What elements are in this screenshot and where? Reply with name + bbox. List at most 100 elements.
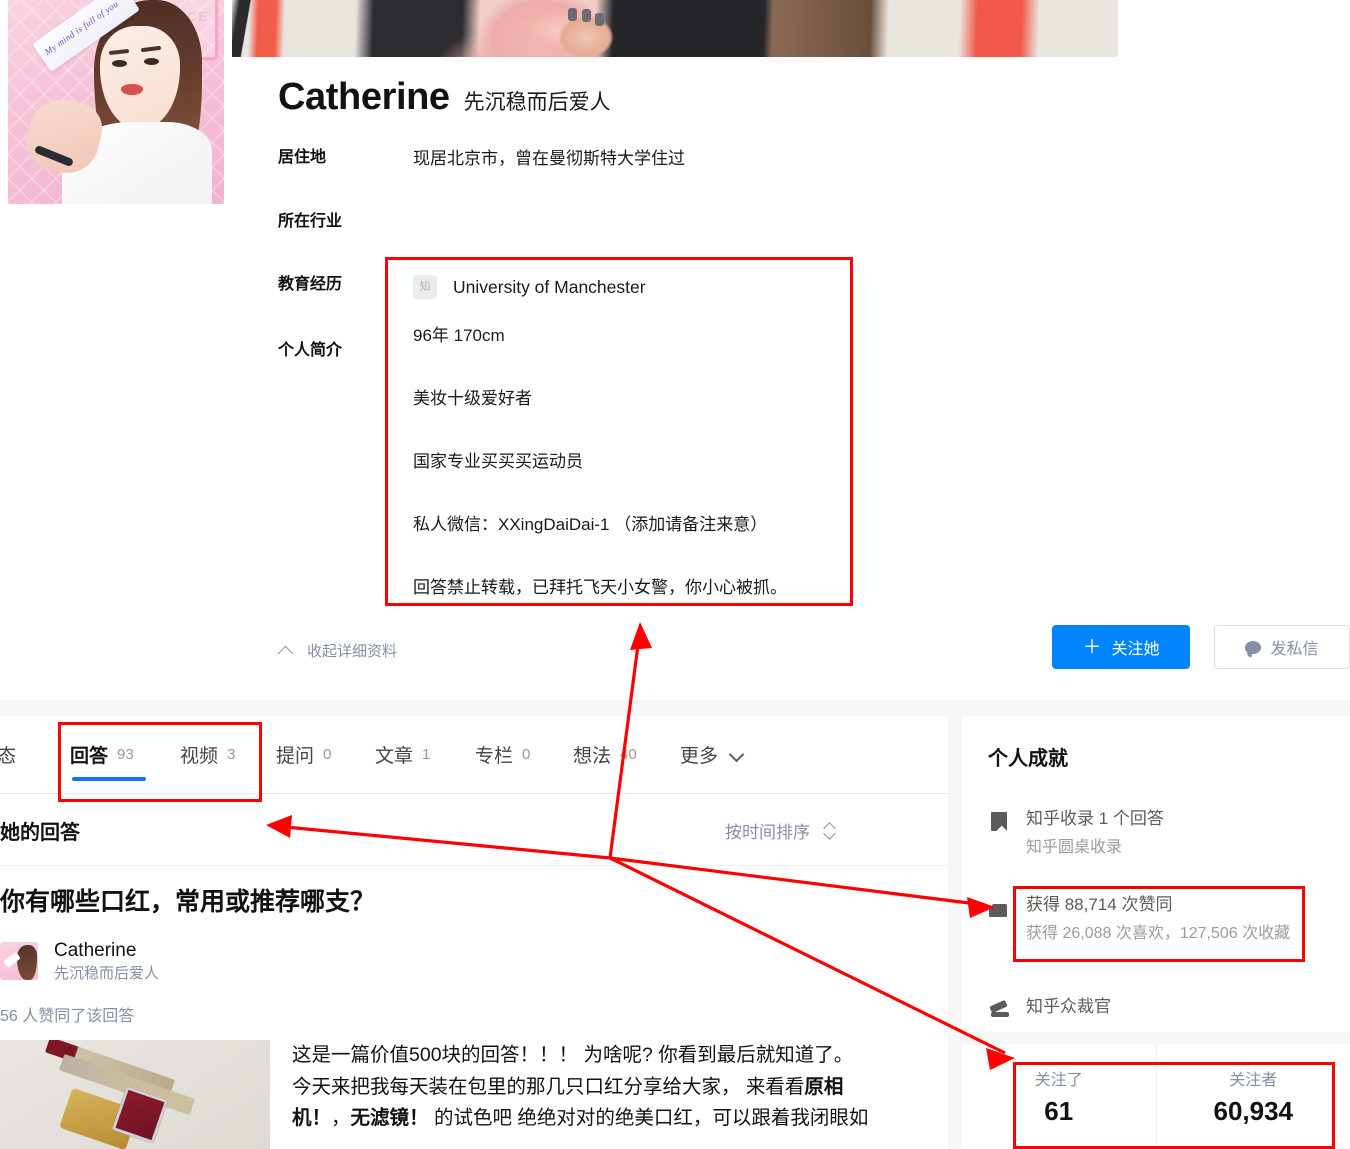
- tab-columns-count: 0: [522, 746, 531, 763]
- sort-control[interactable]: 按时间排序: [725, 818, 836, 843]
- collapse-details-button[interactable]: 收起详细资料: [280, 640, 397, 661]
- tab-columns-label: 专栏: [475, 746, 514, 767]
- thumbs-up-icon: [988, 897, 1010, 919]
- tab-answers-count: 93: [117, 746, 134, 763]
- answer-text-bold2: 机！: [292, 1107, 332, 1130]
- tab-videos-count: 3: [227, 746, 236, 763]
- tab-answers[interactable]: 回答 93: [70, 716, 146, 793]
- follow-button[interactable]: ＋ 关注她: [1052, 625, 1190, 669]
- tab-articles-label: 文章: [375, 746, 414, 767]
- name-row: Catherine 先沉稳而后爱人: [278, 78, 611, 116]
- answer-text-line1: 这是一篇价值500块的回答！！！ 为啥呢? 你看到最后就知道了。: [292, 1044, 854, 1066]
- profile-headline: 先沉稳而后爱人: [463, 91, 611, 114]
- label-industry: 所在行业: [278, 213, 343, 231]
- page-root: My mind is full of you Catherine 先沉稳而后爱人…: [0, 0, 1350, 1149]
- vote-count: 56 人赞同了该回答: [0, 1008, 135, 1025]
- follow-stats-card: 关注了 61 关注者 60,934: [962, 1044, 1350, 1149]
- list-title: 她的回答: [0, 822, 80, 844]
- author-avatar[interactable]: [0, 942, 38, 981]
- book-icon: [988, 811, 1010, 833]
- tab-answers-label: 回答: [70, 746, 109, 767]
- achievements-title: 个人成就: [988, 748, 1068, 770]
- tab-articles-count: 1: [422, 746, 431, 763]
- info-row-residence: 居住地 现居北京市，曾在曼彻斯特大学住过: [278, 148, 1158, 170]
- bio-line-5: 回答禁止转载，已拜托飞天小女警，你小心被抓。: [413, 577, 787, 597]
- bio-block: 96年 170cm 美妆十级爱好者 国家专业买买买运动员 私人微信：XXingD…: [413, 325, 853, 600]
- plus-icon: ＋: [1082, 636, 1102, 658]
- achievement-votes-secondary: 获得 26,088 次喜欢，127,506 次收藏: [1026, 924, 1291, 942]
- collapse-details-label: 收起详细资料: [307, 643, 398, 660]
- bio-line-2: 美妆十级爱好者: [413, 388, 532, 408]
- tab-more[interactable]: 更多: [680, 716, 742, 793]
- answer-thumbnail[interactable]: [0, 1040, 270, 1149]
- value-residence: 现居北京市，曾在曼彻斯特大学住过: [413, 149, 685, 168]
- main-content-column: 动态 回答 93 视频 3 提问 0 文章 1 专栏 0: [0, 716, 948, 1149]
- tab-ideas[interactable]: 想法 40: [573, 716, 637, 793]
- avatar[interactable]: My mind is full of you: [8, 0, 224, 204]
- answer-body: 这是一篇价值500块的回答！！！ 为啥呢? 你看到最后就知道了。 今天来把我每天…: [0, 1040, 948, 1149]
- achievement-judge-primary: 知乎众裁官: [1026, 997, 1111, 1016]
- achievement-votes-primary: 获得 88,714 次赞同: [1026, 895, 1173, 914]
- achievement-collected-primary: 知乎收录 1 个回答: [1026, 809, 1164, 828]
- author-name[interactable]: Catherine: [54, 939, 159, 963]
- achievement-collected-secondary: 知乎圆桌收录: [1026, 838, 1123, 856]
- education-name[interactable]: University of Manchester: [453, 276, 646, 299]
- author-headline: 先沉稳而后爱人: [54, 965, 160, 983]
- tab-ideas-count: 40: [620, 746, 637, 763]
- following-value: 61: [1044, 1096, 1074, 1126]
- achievement-judge: 知乎众裁官: [988, 996, 1111, 1021]
- tab-dongtai-label: 动态: [0, 746, 17, 767]
- follow-button-label: 关注她: [1111, 641, 1160, 658]
- achievement-votes: 获得 88,714 次赞同 获得 26,088 次喜欢，127,506 次收藏: [988, 894, 1318, 945]
- label-education: 教育经历: [278, 275, 343, 293]
- answer-text-line3: 的试色吧 绝绝对对的绝美口红，可以跟着我闭眼如: [428, 1107, 869, 1130]
- tab-columns[interactable]: 专栏 0: [475, 716, 530, 793]
- following-label: 关注了: [1034, 1072, 1083, 1089]
- cover-photo: [232, 0, 1118, 57]
- bio-line-4: 私人微信：XXingDaiDai-1 （添加请备注来意）: [413, 514, 768, 534]
- answer-author: Catherine 先沉稳而后爱人: [0, 939, 948, 985]
- sort-updown-icon: [824, 821, 836, 841]
- zhihu-badge-icon: 知: [413, 274, 437, 299]
- chevron-down-icon: [731, 749, 742, 760]
- followers-label: 关注者: [1229, 1072, 1278, 1089]
- tab-more-label: 更多: [680, 746, 719, 767]
- question-title[interactable]: 你有哪些口红，常用或推荐哪支？: [0, 886, 948, 919]
- tab-questions[interactable]: 提问 0: [276, 716, 331, 793]
- following-stat[interactable]: 关注了 61: [962, 1044, 1156, 1149]
- tab-ideas-label: 想法: [573, 746, 612, 767]
- answer-text-bold1: 原相: [804, 1075, 844, 1098]
- chevron-up-icon: [280, 644, 293, 657]
- label-bio: 个人简介: [278, 341, 343, 359]
- tab-questions-count: 0: [323, 746, 332, 763]
- speech-bubble-icon: [1245, 640, 1262, 654]
- profile-card: My mind is full of you Catherine 先沉稳而后爱人…: [0, 0, 1350, 700]
- profile-name: Catherine: [278, 76, 450, 118]
- answer-item: 你有哪些口红，常用或推荐哪支？ Catherine 先沉稳而后爱人 56 人赞同…: [0, 866, 948, 1149]
- achievement-collected: 知乎收录 1 个回答 知乎圆桌收录: [988, 808, 1164, 859]
- bio-line-1: 96年 170cm: [413, 326, 505, 345]
- info-row-education: 教育经历 知 University of Manchester: [278, 274, 1158, 299]
- bio-line-3: 国家专业买买买运动员: [413, 451, 583, 471]
- send-message-label: 发私信: [1270, 641, 1319, 658]
- answer-list-header: 她的回答 按时间排序: [0, 794, 948, 866]
- tab-videos[interactable]: 视频 3: [180, 716, 235, 793]
- achievements-card: 个人成就 知乎收录 1 个回答 知乎圆桌收录 获得 88,714 次赞同 获得 …: [962, 716, 1350, 1032]
- tab-questions-label: 提问: [276, 746, 315, 767]
- gavel-icon: [988, 999, 1010, 1021]
- info-row-industry: 所在行业: [278, 212, 1158, 233]
- answer-text-comma: ，: [331, 1107, 351, 1130]
- tab-dongtai[interactable]: 动态: [0, 716, 16, 793]
- tab-videos-label: 视频: [180, 746, 219, 767]
- answer-text-bold3: 无滤镜！: [350, 1107, 429, 1130]
- send-message-button[interactable]: 发私信: [1214, 625, 1350, 669]
- value-education: 知 University of Manchester: [413, 274, 646, 299]
- answer-text: 这是一篇价值500块的回答！！！ 为啥呢? 你看到最后就知道了。 今天来把我每天…: [292, 1040, 868, 1149]
- sort-label: 按时间排序: [725, 823, 810, 842]
- content-tabs: 动态 回答 93 视频 3 提问 0 文章 1 专栏 0: [0, 716, 948, 794]
- tab-articles[interactable]: 文章 1: [375, 716, 430, 793]
- followers-stat[interactable]: 关注者 60,934: [1155, 1044, 1350, 1149]
- answer-text-line2a: 今天来把我每天装在包里的那几只口红分享给大家， 来看看: [292, 1075, 805, 1098]
- label-residence: 居住地: [278, 149, 327, 166]
- followers-value: 60,934: [1213, 1096, 1294, 1126]
